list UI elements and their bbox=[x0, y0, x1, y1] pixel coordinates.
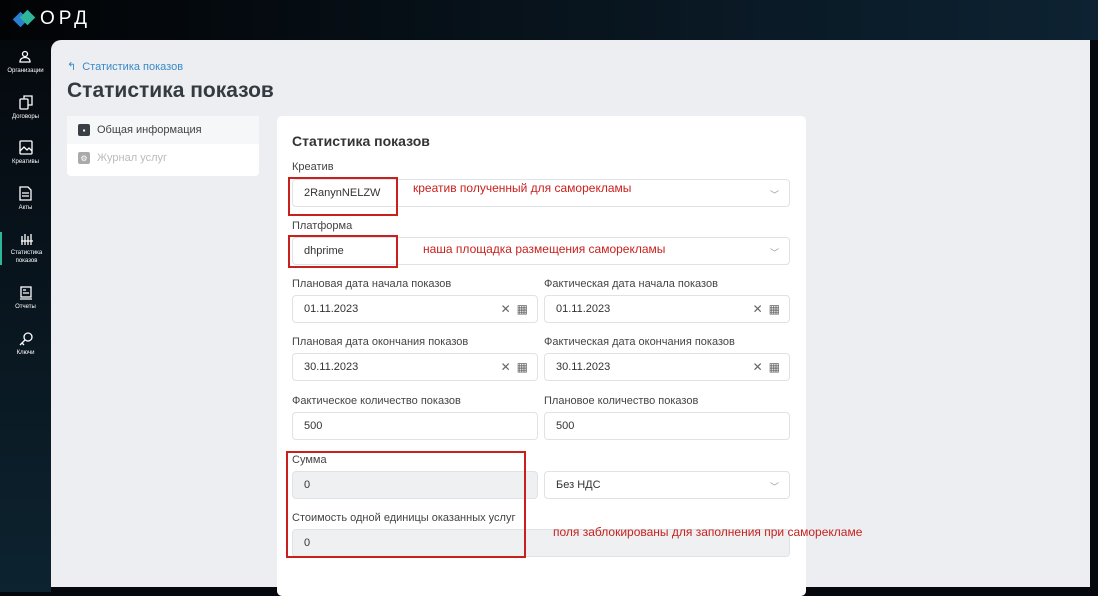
sidebar-item-acts[interactable]: Акты bbox=[0, 186, 51, 212]
creative-label: Креатив bbox=[292, 161, 334, 173]
annotation-box-platform bbox=[288, 235, 398, 268]
key-icon bbox=[19, 332, 33, 346]
clear-icon[interactable]: ✕ bbox=[753, 302, 763, 316]
fact-count-label: Фактическое количество показов bbox=[292, 395, 461, 407]
fact-end-label: Фактическая дата окончания показов bbox=[544, 336, 735, 348]
calendar-icon[interactable]: ▦ bbox=[517, 360, 528, 374]
logo-icon bbox=[12, 9, 36, 29]
breadcrumb-back-link[interactable]: ↰ Статистика показов bbox=[67, 60, 183, 74]
sidebar-item-organizations[interactable]: Организации bbox=[0, 50, 51, 75]
plan-start-label: Плановая дата начала показов bbox=[292, 278, 452, 290]
fact-start-date-input[interactable]: 01.11.2023 ✕ ▦ bbox=[544, 295, 790, 323]
form-title: Статистика показов bbox=[292, 133, 430, 149]
users-card-icon: ▪ bbox=[78, 124, 90, 136]
fact-start-label: Фактическая дата начала показов bbox=[544, 278, 718, 290]
annotation-box-locked bbox=[286, 451, 526, 558]
sidebar: Организации Договоры Креативы Акты Стати… bbox=[0, 40, 51, 592]
document-icon bbox=[19, 186, 32, 201]
platform-label: Платформа bbox=[292, 220, 353, 232]
calendar-icon[interactable]: ▦ bbox=[769, 360, 780, 374]
sidebar-item-creatives[interactable]: Креативы bbox=[0, 140, 51, 166]
report-icon bbox=[19, 286, 32, 300]
annotation-platform: наша площадка размещения саморекламы bbox=[423, 242, 666, 256]
logo[interactable]: ОРД bbox=[12, 8, 92, 30]
clear-icon[interactable]: ✕ bbox=[501, 302, 511, 316]
plan-end-date-input[interactable]: 30.11.2023 ✕ ▦ bbox=[292, 353, 538, 381]
tabs: ▪ Общая информация ⚙ Журнал услуг bbox=[67, 116, 259, 176]
sidebar-item-keys[interactable]: Ключи bbox=[0, 332, 51, 357]
main-panel: ↰ Статистика показов Статистика показов ▪… bbox=[51, 40, 1090, 596]
users-icon bbox=[18, 50, 31, 63]
page-title: Статистика показов bbox=[67, 79, 274, 102]
plan-start-date-input[interactable]: 01.11.2023 ✕ ▦ bbox=[292, 295, 538, 323]
clear-icon[interactable]: ✕ bbox=[501, 360, 511, 374]
calendar-icon[interactable]: ▦ bbox=[517, 302, 528, 316]
tab-services-log[interactable]: ⚙ Журнал услуг bbox=[67, 144, 259, 172]
statistics-icon bbox=[20, 234, 33, 245]
image-icon bbox=[18, 140, 33, 155]
tab-general-info[interactable]: ▪ Общая информация bbox=[67, 116, 259, 144]
chevron-down-icon: ﹀ bbox=[769, 190, 779, 200]
gear-icon: ⚙ bbox=[78, 152, 90, 164]
annotation-locked: поля заблокированы для заполнения при са… bbox=[553, 525, 863, 539]
chevron-down-icon: ﹀ bbox=[769, 482, 779, 492]
sidebar-item-reports[interactable]: Отчеты bbox=[0, 286, 51, 311]
fact-count-input[interactable]: 500 bbox=[292, 412, 538, 440]
copy-icon bbox=[18, 95, 33, 110]
logo-text: ОРД bbox=[40, 8, 92, 29]
calendar-icon[interactable]: ▦ bbox=[769, 302, 780, 316]
back-arrow-icon: ↰ bbox=[67, 61, 77, 73]
top-bar: ОРД bbox=[0, 0, 1098, 40]
chevron-down-icon: ﹀ bbox=[769, 248, 779, 258]
sidebar-item-contracts[interactable]: Договоры bbox=[0, 95, 51, 121]
sidebar-item-statistics[interactable]: Статистика показов bbox=[0, 232, 51, 265]
clear-icon[interactable]: ✕ bbox=[753, 360, 763, 374]
vat-select[interactable]: Без НДС ﹀ bbox=[544, 471, 790, 499]
plan-end-label: Плановая дата окончания показов bbox=[292, 336, 469, 348]
plan-count-label: Плановое количество показов bbox=[544, 395, 699, 407]
annotation-creative: креатив полученный для саморекламы bbox=[413, 181, 632, 195]
annotation-box-creative bbox=[288, 177, 398, 216]
plan-count-input[interactable]: 500 bbox=[544, 412, 790, 440]
fact-end-date-input[interactable]: 30.11.2023 ✕ ▦ bbox=[544, 353, 790, 381]
